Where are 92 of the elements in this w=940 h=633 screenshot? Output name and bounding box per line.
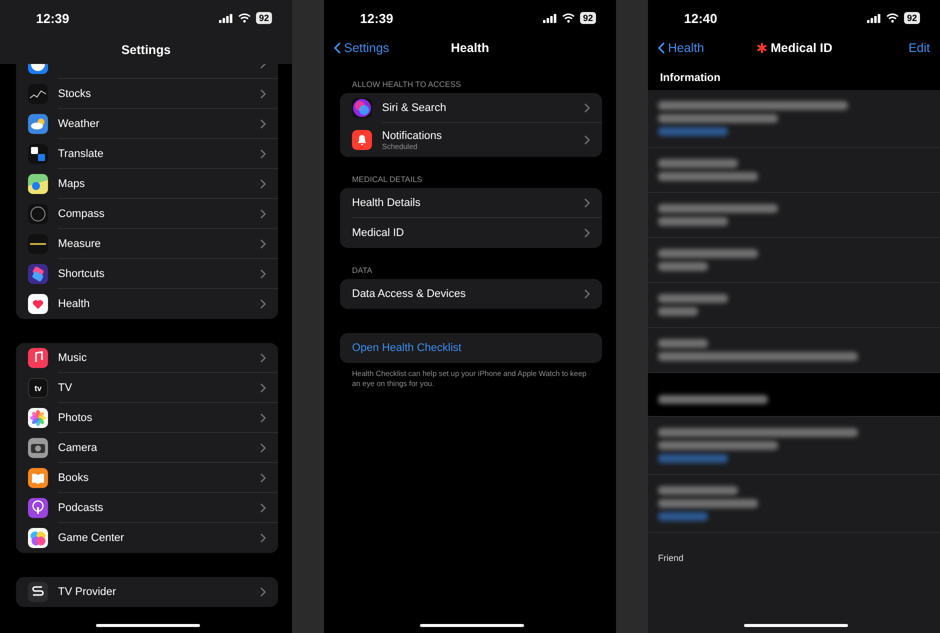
blurred-text bbox=[658, 339, 708, 348]
settings-row[interactable]: TV Provider bbox=[16, 577, 278, 607]
asterisk-icon bbox=[756, 42, 768, 54]
settings-row[interactable]: Shortcuts bbox=[16, 259, 278, 289]
translate-icon bbox=[28, 144, 48, 164]
settings-row[interactable]: Measure bbox=[16, 229, 278, 259]
settings-row[interactable]: Game Center bbox=[16, 523, 278, 553]
blurred-text bbox=[658, 294, 728, 303]
ruler-icon bbox=[28, 234, 48, 254]
settings-row[interactable]: Stocks bbox=[16, 79, 278, 109]
battery-level: 92 bbox=[904, 12, 920, 24]
blurred-text bbox=[658, 512, 708, 521]
settings-row[interactable]: Medical ID bbox=[340, 218, 602, 248]
orb-icon bbox=[352, 98, 372, 118]
settings-row[interactable]: Podcasts bbox=[16, 493, 278, 523]
settings-row[interactable]: Books bbox=[16, 463, 278, 493]
contact-relation: Friend bbox=[657, 552, 685, 563]
edit-link[interactable]: Edit bbox=[908, 41, 930, 55]
battery-level: 92 bbox=[256, 12, 272, 24]
signal-icon bbox=[218, 14, 233, 22]
chevron-icon bbox=[260, 208, 266, 218]
wifi-icon bbox=[562, 13, 575, 23]
blurred-text bbox=[658, 217, 728, 226]
settings-row[interactable]: Camera bbox=[16, 433, 278, 463]
signal-icon bbox=[866, 14, 881, 22]
chevron-icon bbox=[260, 442, 266, 452]
map-icon bbox=[28, 174, 48, 194]
chevron-icon bbox=[584, 198, 590, 208]
compass-icon bbox=[28, 204, 48, 224]
blurred-text bbox=[658, 127, 728, 136]
screen-title: Health bbox=[450, 41, 490, 55]
section-header: MEDICAL DETAILS bbox=[351, 175, 424, 186]
status-time: 12:39 bbox=[360, 10, 394, 26]
chevron-icon bbox=[584, 228, 590, 238]
chevron-icon bbox=[584, 102, 590, 112]
blurred-text bbox=[658, 262, 708, 271]
blurred-text bbox=[658, 307, 698, 316]
settings-row[interactable]: Weather bbox=[16, 109, 278, 139]
signal-icon bbox=[542, 14, 557, 22]
status-time: 12:40 bbox=[684, 10, 718, 26]
status-time: 12:39 bbox=[36, 10, 70, 26]
settings-row[interactable]: Data Access & Devices bbox=[340, 279, 602, 309]
cloud-sun-icon bbox=[28, 114, 48, 134]
podcast-icon bbox=[28, 498, 48, 518]
chevron-icon bbox=[260, 502, 266, 512]
chevron-icon bbox=[260, 352, 266, 362]
cable-icon bbox=[28, 582, 48, 602]
chevron-icon bbox=[260, 88, 266, 98]
blurred-text bbox=[658, 454, 728, 463]
bubbles-icon bbox=[28, 528, 48, 548]
section-header: DATA bbox=[351, 266, 374, 277]
back-link[interactable]: Settings bbox=[334, 41, 390, 55]
chevron-icon bbox=[260, 412, 266, 422]
checklist-link[interactable]: Open Health Checklist bbox=[340, 333, 602, 363]
battery-level: 92 bbox=[580, 12, 596, 24]
chevron-icon bbox=[260, 299, 266, 309]
settings-row[interactable]: Compass bbox=[16, 199, 278, 229]
chevron-icon bbox=[260, 268, 266, 278]
chevron-icon bbox=[260, 472, 266, 482]
tv-icon: tv bbox=[28, 378, 48, 398]
chevron-icon bbox=[260, 118, 266, 128]
chevron-icon bbox=[260, 178, 266, 188]
back-chevron-icon bbox=[658, 42, 665, 54]
layers-icon bbox=[28, 264, 48, 284]
back-chevron-icon bbox=[334, 42, 341, 54]
chevron-icon bbox=[260, 238, 266, 248]
section-header: ALLOW HEALTH TO ACCESS bbox=[351, 80, 462, 91]
chevron-icon bbox=[260, 148, 266, 158]
screen-title: Medical ID bbox=[756, 41, 832, 55]
chevron-icon bbox=[260, 533, 266, 543]
settings-row[interactable]: Photos bbox=[16, 403, 278, 433]
back-link[interactable]: Health bbox=[658, 41, 704, 55]
chevron-icon bbox=[584, 289, 590, 299]
chevron-icon bbox=[260, 382, 266, 392]
screen-title: Settings bbox=[121, 43, 171, 57]
wifi-icon bbox=[238, 13, 251, 23]
settings-row[interactable]: Health Details bbox=[340, 188, 602, 218]
chevron-icon bbox=[584, 135, 590, 145]
flower-icon bbox=[28, 408, 48, 428]
book-icon bbox=[28, 468, 48, 488]
settings-row[interactable]: tv TV bbox=[16, 373, 278, 403]
settings-row[interactable]: Siri & Search bbox=[340, 93, 602, 123]
bell-icon bbox=[352, 130, 372, 150]
settings-row[interactable]: Health bbox=[16, 289, 278, 319]
music-note-icon bbox=[28, 348, 48, 368]
wifi-icon bbox=[886, 13, 899, 23]
camera-icon bbox=[28, 438, 48, 458]
settings-row[interactable]: Translate bbox=[16, 139, 278, 169]
chart-icon bbox=[28, 84, 48, 104]
settings-row[interactable]: Maps bbox=[16, 169, 278, 199]
chevron-icon bbox=[260, 587, 266, 597]
settings-row[interactable]: Music bbox=[16, 343, 278, 373]
